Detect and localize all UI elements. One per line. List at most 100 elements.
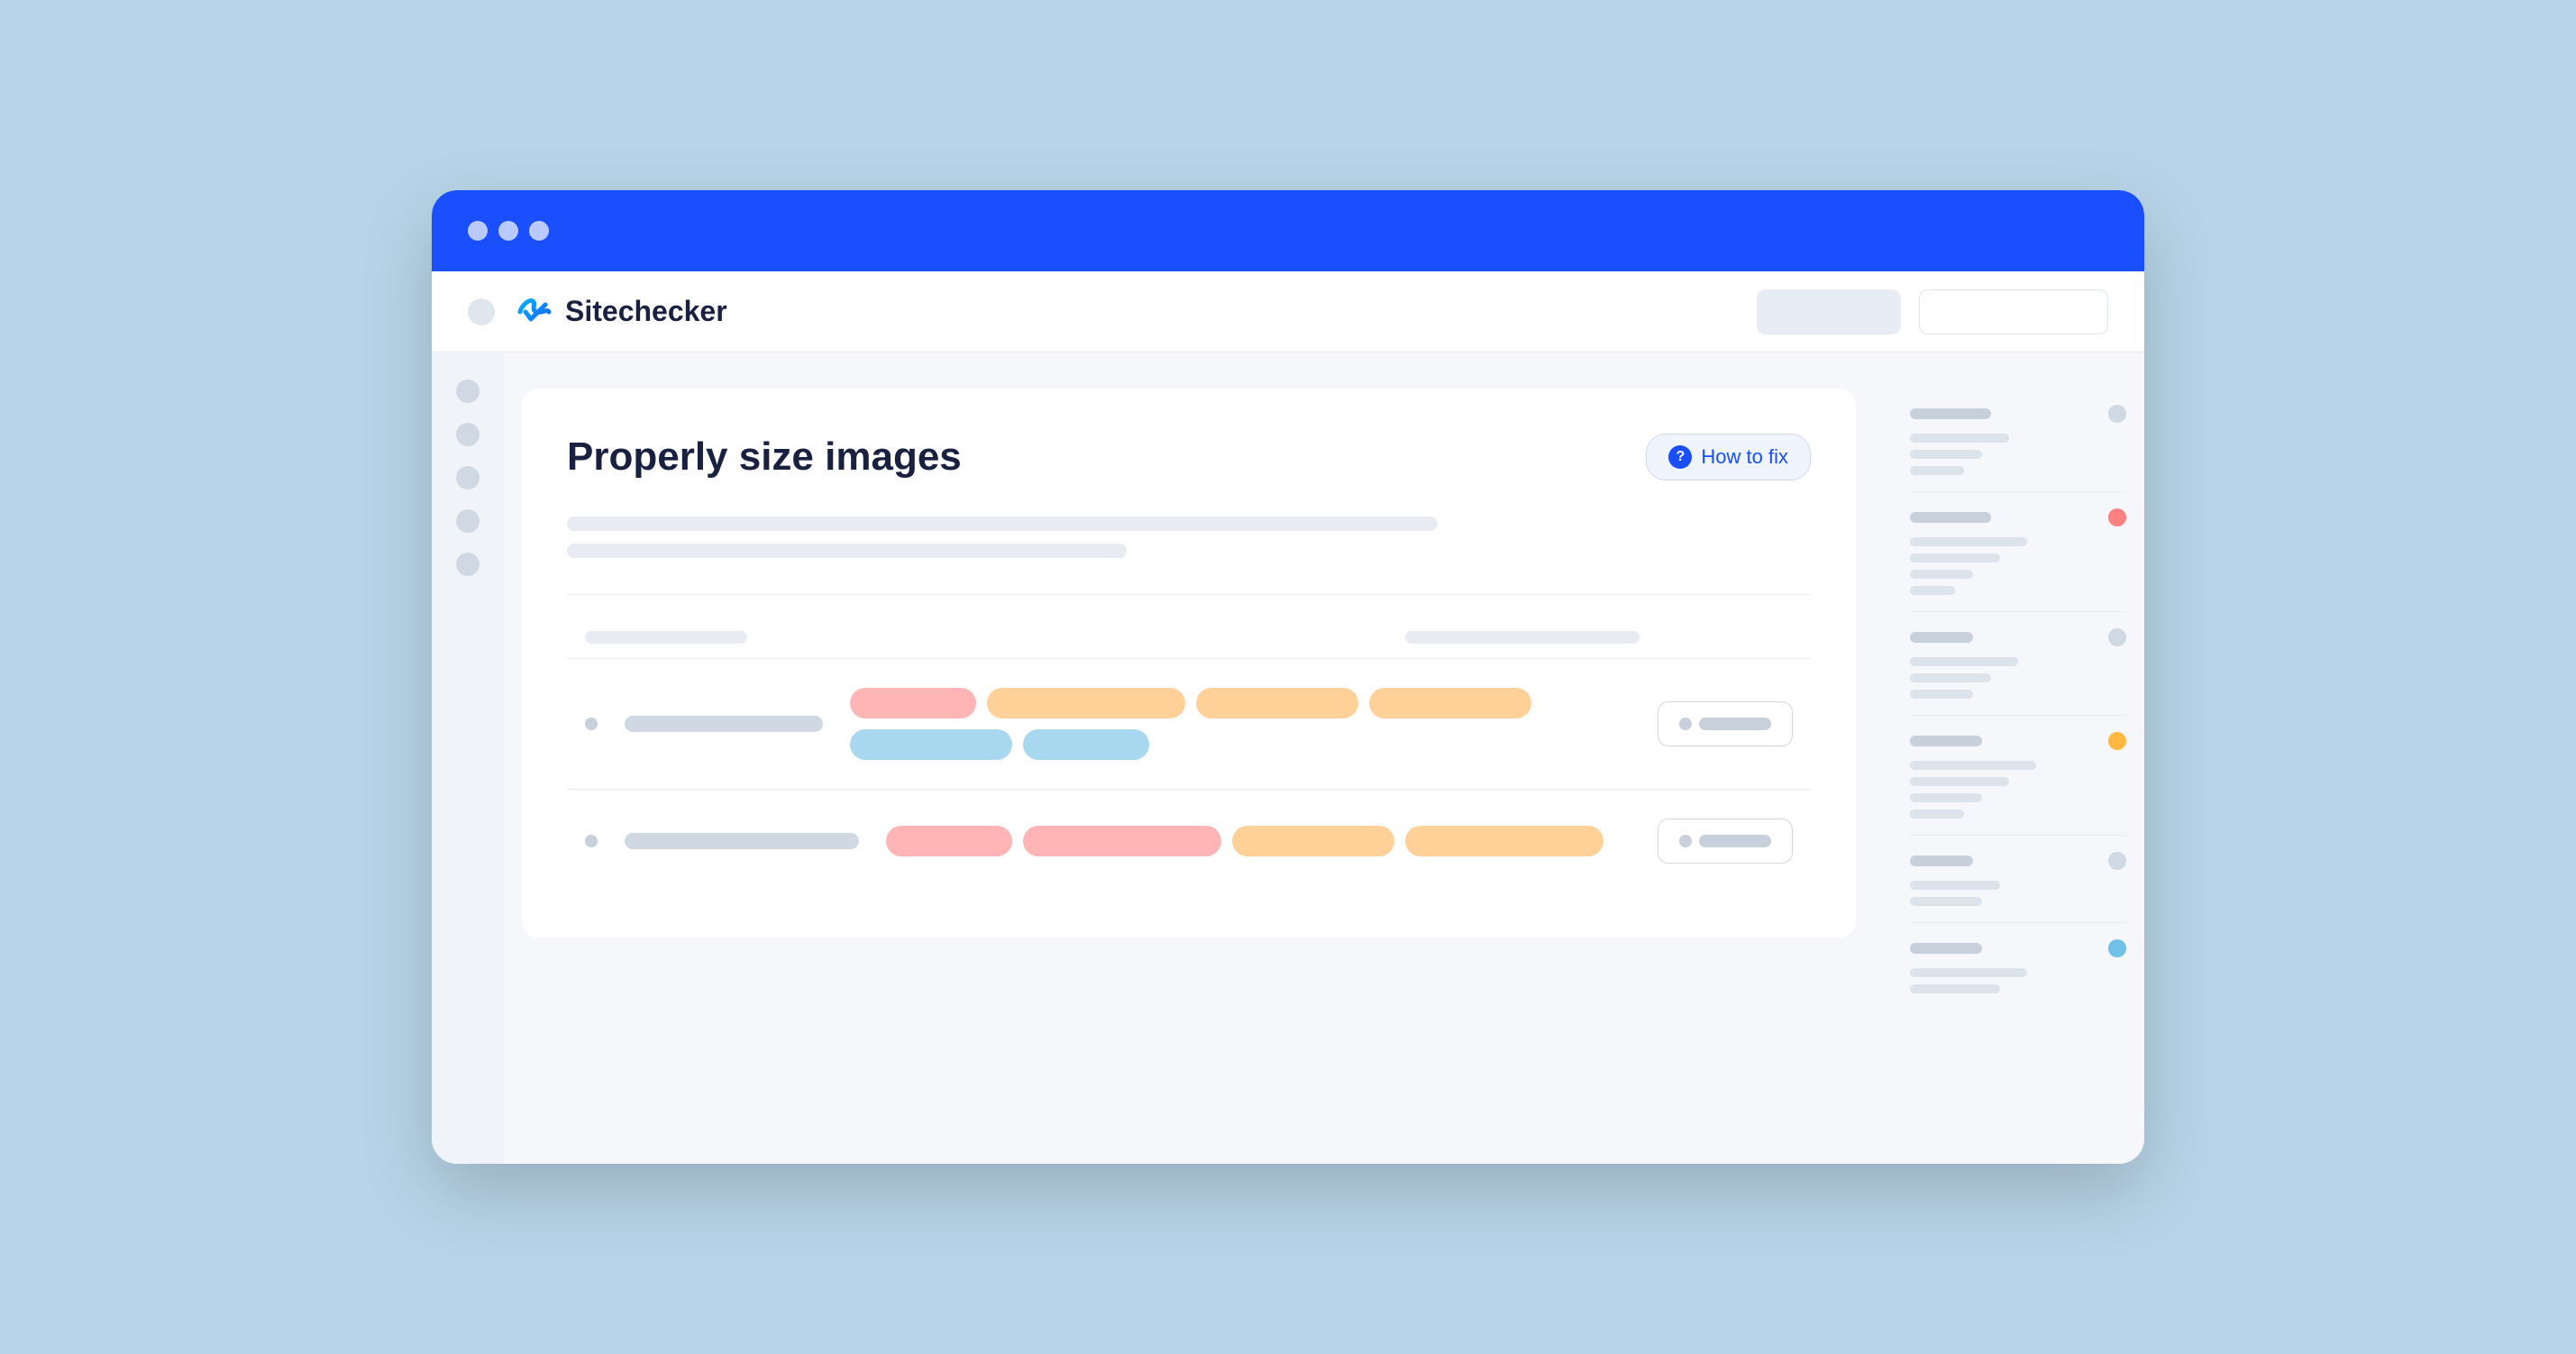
rs-row-2 bbox=[1910, 508, 2126, 526]
card-header: Properly size images ? How to fix bbox=[567, 434, 1811, 480]
rs-row-6 bbox=[1910, 939, 2126, 957]
rs-section-1 bbox=[1910, 389, 2126, 492]
rs-subline-4-3 bbox=[1910, 793, 1982, 802]
sidebar-dot-3 bbox=[456, 466, 480, 489]
row-action-btn-2[interactable] bbox=[1658, 819, 1793, 864]
action-icon-2 bbox=[1679, 835, 1692, 847]
rs-dot-orange-1 bbox=[2108, 732, 2126, 750]
rs-sublines-3 bbox=[1910, 657, 2126, 699]
logo-text: Sitechecker bbox=[565, 295, 727, 328]
rs-subline-2-1 bbox=[1910, 537, 2027, 546]
rs-dot-blue-1 bbox=[2108, 939, 2126, 957]
rs-dot-gray-3 bbox=[2108, 852, 2126, 870]
rs-sublines-6 bbox=[1910, 968, 2126, 993]
rs-row-4 bbox=[1910, 732, 2126, 750]
rs-dot-red-1 bbox=[2108, 508, 2126, 526]
rs-subline-1-3 bbox=[1910, 466, 1964, 475]
rs-row-5 bbox=[1910, 852, 2126, 870]
rs-subline-1-1 bbox=[1910, 434, 2009, 443]
table-row bbox=[567, 658, 1811, 789]
rs-dot-gray-1 bbox=[2108, 405, 2126, 423]
rs-row-3 bbox=[1910, 628, 2126, 646]
nav-back-circle[interactable] bbox=[468, 298, 495, 325]
action-label-1 bbox=[1699, 718, 1771, 730]
rs-section-6 bbox=[1910, 923, 2126, 1010]
left-page-sidebar bbox=[432, 352, 504, 1164]
row-tags-1 bbox=[850, 688, 1631, 760]
rs-sublines-4 bbox=[1910, 761, 2126, 819]
rs-line-main-6 bbox=[1910, 943, 1982, 954]
rs-subline-6-2 bbox=[1910, 984, 2000, 993]
window-dots bbox=[468, 221, 549, 241]
rs-subline-1-2 bbox=[1910, 450, 1982, 459]
rs-subline-2-3 bbox=[1910, 570, 1973, 579]
desc-line-2 bbox=[567, 544, 1127, 558]
sidebar-dot-5 bbox=[456, 553, 480, 576]
rs-sublines-5 bbox=[1910, 881, 2126, 906]
description-lines bbox=[567, 517, 1811, 558]
tag-orange-2 bbox=[1196, 688, 1358, 718]
tag-pink-3 bbox=[1023, 826, 1221, 856]
rs-sublines-1 bbox=[1910, 434, 2126, 475]
right-sidebar bbox=[1892, 352, 2144, 1164]
browser-window: Sitechecker Properly size imag bbox=[432, 190, 2144, 1164]
rs-subline-4-2 bbox=[1910, 777, 2009, 786]
rs-subline-5-2 bbox=[1910, 897, 1982, 906]
rs-subline-6-1 bbox=[1910, 968, 2027, 977]
rs-line-main-4 bbox=[1910, 736, 1982, 746]
rs-subline-3-1 bbox=[1910, 657, 2018, 666]
tag-blue-1 bbox=[850, 729, 1012, 760]
sidebar-dot-4 bbox=[456, 509, 480, 533]
nav-button-2[interactable] bbox=[1919, 289, 2108, 334]
tag-pink-1 bbox=[850, 688, 976, 718]
rs-subline-3-3 bbox=[1910, 690, 1973, 699]
tag-orange-5 bbox=[1405, 826, 1603, 856]
desc-line-1 bbox=[567, 517, 1438, 531]
action-icon-1 bbox=[1679, 718, 1692, 730]
tag-orange-1 bbox=[987, 688, 1185, 718]
rs-subline-2-4 bbox=[1910, 586, 1955, 595]
col-header-2 bbox=[1405, 631, 1640, 644]
row-action-btn-1[interactable] bbox=[1658, 701, 1793, 746]
logo-icon bbox=[513, 292, 553, 332]
rs-line-main-3 bbox=[1910, 632, 1973, 643]
main-content: Properly size images ? How to fix bbox=[504, 352, 1892, 1164]
col-header-1 bbox=[585, 631, 747, 644]
rs-section-2 bbox=[1910, 492, 2126, 612]
tag-orange-3 bbox=[1369, 688, 1531, 718]
row-tags-2 bbox=[886, 826, 1631, 856]
row-indicator-1 bbox=[585, 718, 598, 730]
rs-subline-4-4 bbox=[1910, 810, 1964, 819]
separator-1 bbox=[567, 594, 1811, 595]
help-icon: ? bbox=[1668, 445, 1692, 469]
rs-line-main-5 bbox=[1910, 855, 1973, 866]
rs-dot-gray-2 bbox=[2108, 628, 2126, 646]
row-url-2 bbox=[625, 833, 859, 849]
table-section bbox=[567, 622, 1811, 892]
row-indicator-2 bbox=[585, 835, 598, 847]
window-dot-1 bbox=[468, 221, 488, 241]
rs-line-main-1 bbox=[1910, 408, 1991, 419]
title-bar bbox=[432, 190, 2144, 271]
rs-subline-4-1 bbox=[1910, 761, 2036, 770]
card-title: Properly size images bbox=[567, 435, 962, 480]
tag-pink-2 bbox=[886, 826, 1012, 856]
how-to-fix-label: How to fix bbox=[1701, 445, 1788, 469]
tag-blue-2 bbox=[1023, 729, 1149, 760]
window-dot-3 bbox=[529, 221, 549, 241]
rs-sublines-2 bbox=[1910, 537, 2126, 595]
rs-section-5 bbox=[1910, 836, 2126, 923]
rs-section-4 bbox=[1910, 716, 2126, 836]
table-row bbox=[567, 789, 1811, 892]
rs-section-3 bbox=[1910, 612, 2126, 716]
rs-line-main-2 bbox=[1910, 512, 1991, 523]
how-to-fix-button[interactable]: ? How to fix bbox=[1646, 434, 1811, 480]
action-label-2 bbox=[1699, 835, 1771, 847]
sidebar-dot-1 bbox=[456, 380, 480, 403]
nav-button-1[interactable] bbox=[1757, 289, 1901, 334]
tag-orange-4 bbox=[1232, 826, 1394, 856]
window-dot-2 bbox=[498, 221, 518, 241]
navbar: Sitechecker bbox=[432, 271, 2144, 352]
logo-area: Sitechecker bbox=[513, 292, 727, 332]
content-card: Properly size images ? How to fix bbox=[522, 389, 1856, 938]
